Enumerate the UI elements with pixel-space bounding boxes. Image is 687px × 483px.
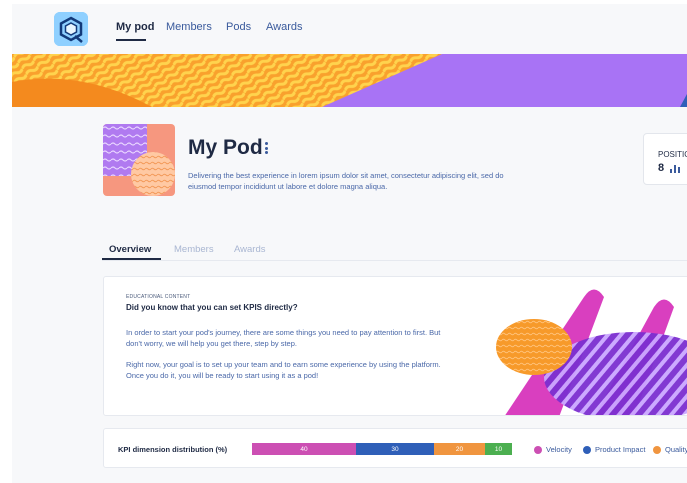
pod-banner bbox=[12, 54, 687, 107]
edu-paragraph-1: In order to start your pod's journey, th… bbox=[126, 328, 441, 348]
edu-kicker: EDUCATIONAL CONTENT bbox=[126, 294, 191, 300]
pod-avatar-image bbox=[103, 124, 175, 196]
legend-dot bbox=[653, 445, 661, 454]
legend-label: Velocity bbox=[546, 445, 572, 454]
kpi-segment-quality: 20 bbox=[434, 443, 485, 455]
kpi-distribution-card: KPI dimension distribution (%) 40 30 20 … bbox=[103, 428, 687, 468]
pod-description: Delivering the best experience in lorem … bbox=[188, 171, 504, 191]
legend-item-velocity: Velocity bbox=[534, 445, 572, 454]
kpi-label: KPI dimension distribution (%) bbox=[118, 445, 228, 454]
legend-label: Quality bbox=[665, 445, 687, 454]
position-card: POSITIC 8 bbox=[643, 133, 687, 185]
educational-card: EDUCATIONAL CONTENT Did you know that yo… bbox=[103, 276, 687, 416]
position-value: 8 bbox=[658, 162, 665, 174]
tab-awards[interactable]: Awards bbox=[234, 244, 266, 255]
nav-item-my-pod[interactable]: My pod bbox=[116, 21, 155, 33]
edu-illustration bbox=[496, 289, 687, 415]
app-logo-icon[interactable] bbox=[54, 12, 88, 46]
kpi-segment-other: 10 bbox=[485, 443, 512, 455]
legend-dot bbox=[583, 445, 591, 454]
legend-item-quality: Quality bbox=[653, 445, 687, 454]
nav-item-members[interactable]: Members bbox=[166, 21, 212, 33]
legend-item-product-impact: Product Impact bbox=[583, 445, 645, 454]
ranking-chart-icon bbox=[670, 165, 680, 173]
app-frame: My pod Members Pods Awards My Pod Delive… bbox=[12, 4, 687, 483]
nav-active-indicator bbox=[116, 39, 146, 41]
tab-members[interactable]: Members bbox=[174, 244, 214, 255]
top-navigation: My pod Members Pods Awards bbox=[12, 4, 687, 54]
legend-dot bbox=[534, 445, 542, 454]
kpi-distribution-bar: 40 30 20 10 bbox=[252, 443, 512, 455]
nav-item-pods[interactable]: Pods bbox=[226, 21, 251, 33]
tab-overview[interactable]: Overview bbox=[109, 244, 151, 255]
tab-divider bbox=[102, 260, 687, 261]
kpi-segment-velocity: 40 bbox=[252, 443, 356, 455]
pod-options-icon[interactable] bbox=[265, 142, 269, 156]
kpi-segment-product-impact: 30 bbox=[356, 443, 434, 455]
edu-paragraph-2: Right now, your goal is to set up your t… bbox=[126, 360, 441, 380]
pod-title: My Pod bbox=[188, 136, 263, 159]
position-label: POSITIC bbox=[658, 150, 687, 159]
edu-title: Did you know that you can set KPIS direc… bbox=[126, 303, 298, 312]
nav-item-awards[interactable]: Awards bbox=[266, 21, 302, 33]
legend-label: Product Impact bbox=[595, 445, 646, 454]
